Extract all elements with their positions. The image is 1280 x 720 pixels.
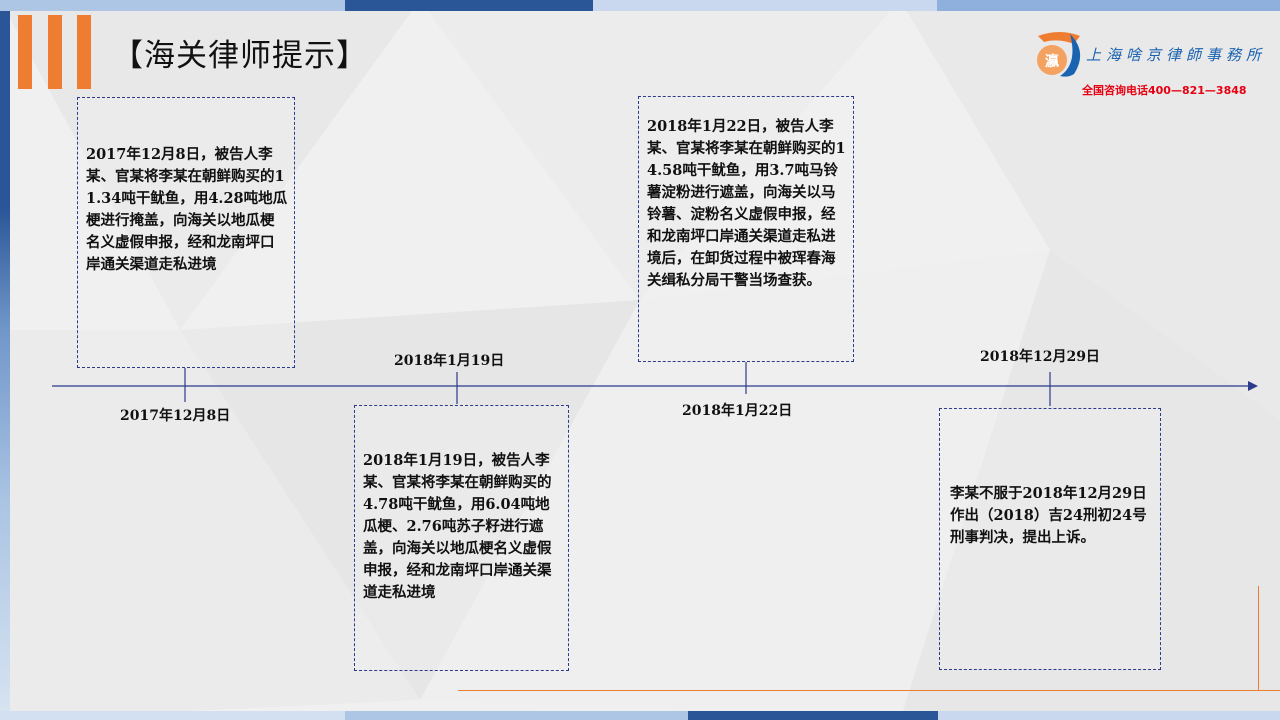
title-accent-bar-2 [48,15,62,89]
event-text-4: 李某不服于2018年12月29日作出（2018）吉24刑初24号刑事判决，提出上… [950,485,1147,546]
event-text-3: 2018年1月22日，被告人李某、官某将李某在朝鲜购买的14.58吨干鱿鱼，用3… [647,118,846,289]
firm-name: 上海啥京律師事務所 [1086,46,1267,64]
event-text-2: 2018年1月19日，被告人李某、官某将李某在朝鲜购买的4.78吨干鱿鱼，用6.… [363,452,552,601]
law-firm-logo: 瀛 [1037,32,1081,77]
title-accent-bar-1 [18,15,32,89]
bottom-accent-line [458,690,1280,691]
title-accent-bar-3 [77,15,91,89]
slide-title: 【海关律师提示】 [112,38,368,74]
event-date-2: 2018年1月19日 [394,353,505,369]
logo-glyph: 瀛 [1044,53,1059,70]
event-text-1: 2017年12月8日，被告人李某、官某将李某在朝鲜购买的11.34吨干鱿鱼，用4… [86,146,288,273]
event-date-4: 2018年12月29日 [980,349,1100,365]
event-date-1: 2017年12月8日 [120,408,231,424]
event-date-3: 2018年1月22日 [682,403,793,419]
hotline-text: 全国咨询电话400—821—3848 [1082,84,1247,97]
right-accent-line [1258,586,1259,690]
